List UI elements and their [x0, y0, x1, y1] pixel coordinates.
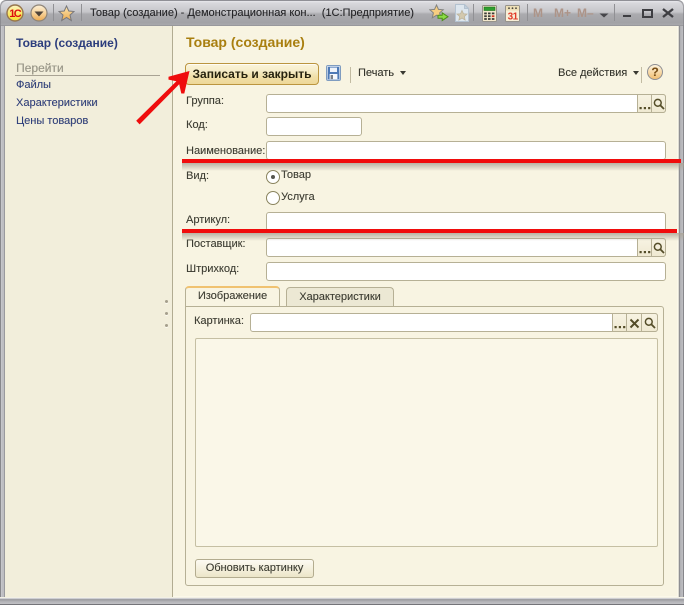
- svg-text:31: 31: [508, 12, 519, 23]
